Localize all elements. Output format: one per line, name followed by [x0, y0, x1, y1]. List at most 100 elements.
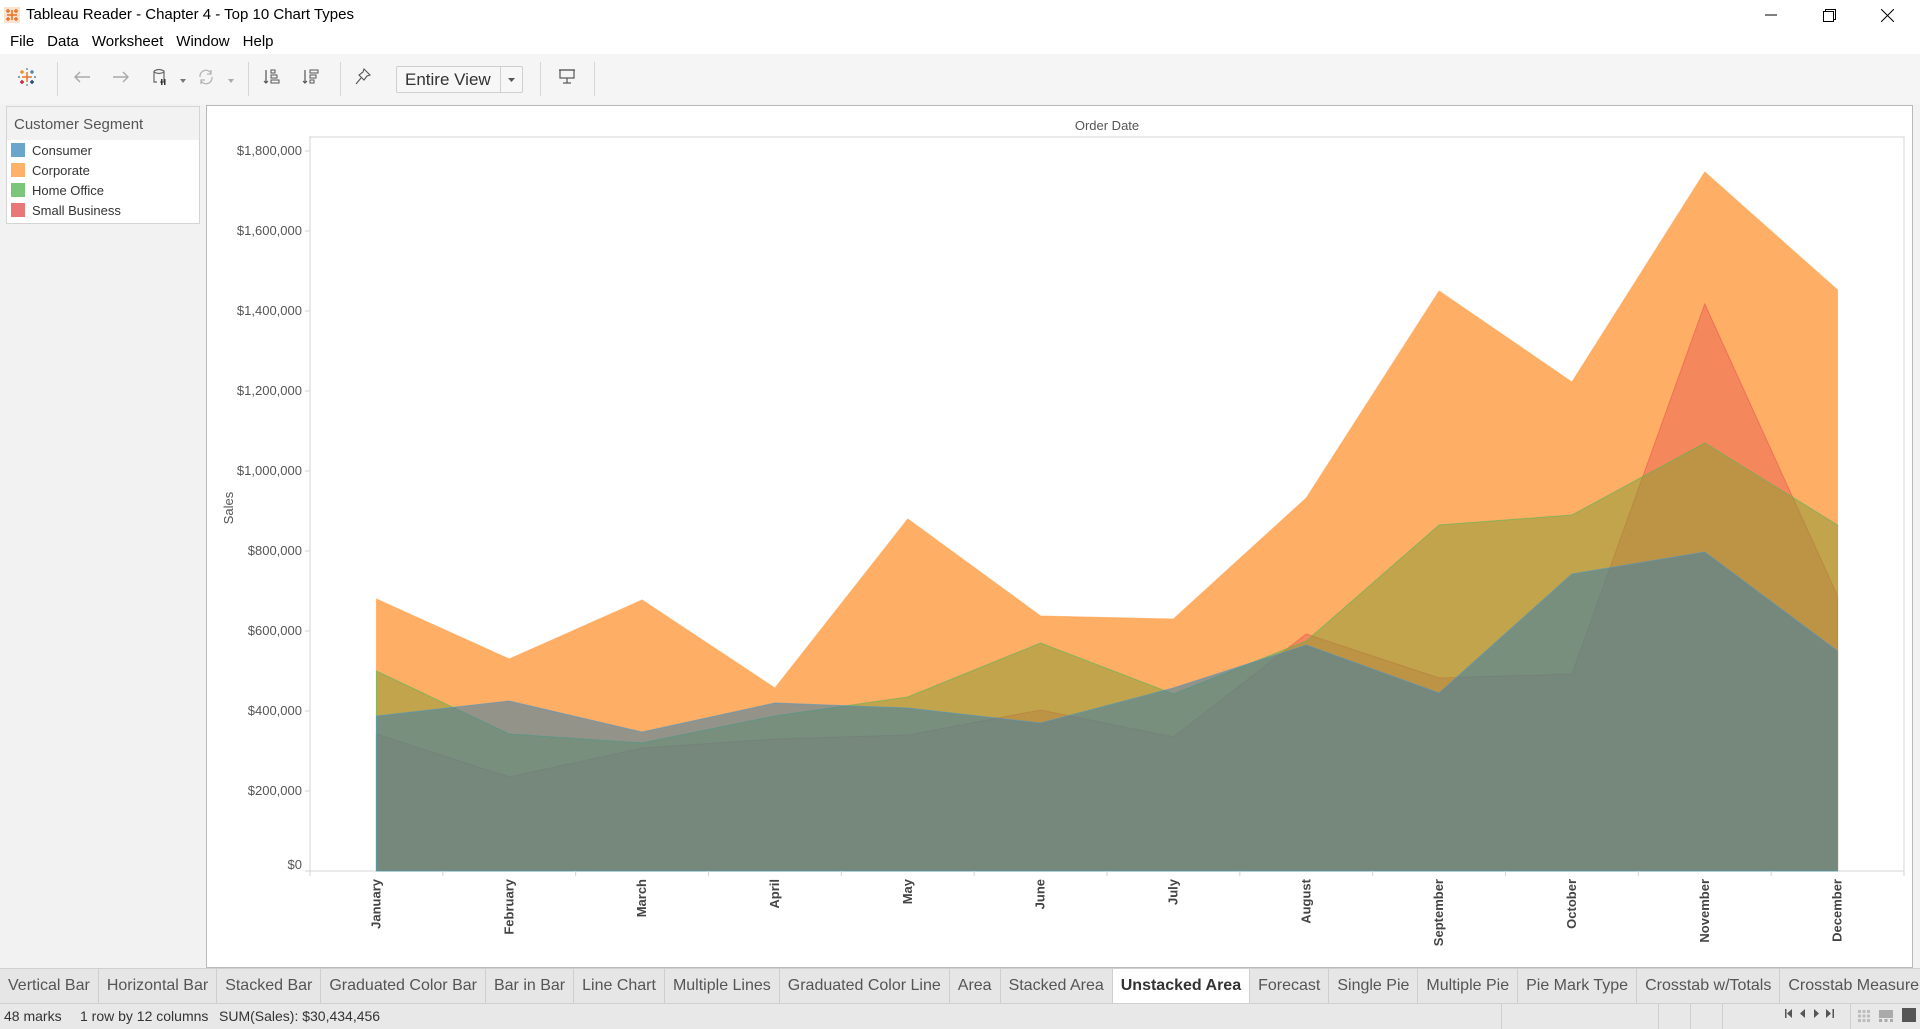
legend-swatch — [11, 163, 25, 177]
data-point-consumer[interactable] — [905, 705, 911, 711]
data-point-home-office[interactable] — [1038, 640, 1044, 646]
pause-data-updates-icon — [152, 67, 168, 92]
refresh-button[interactable] — [196, 66, 216, 92]
sheet-tab[interactable]: Graduated Color Bar — [321, 969, 486, 1003]
sheet-tab[interactable]: Single Pie — [1329, 969, 1419, 1003]
status-divider — [1658, 1004, 1659, 1029]
refresh-dropdown-button[interactable] — [226, 66, 236, 92]
menu-window[interactable]: Window — [170, 30, 236, 54]
sheet-tab[interactable]: Bar in Bar — [486, 969, 575, 1003]
sheet-tab[interactable]: Stacked Area — [1001, 969, 1113, 1003]
data-point-corporate[interactable] — [506, 656, 512, 662]
data-point-consumer[interactable] — [1303, 642, 1309, 648]
color-legend: Customer Segment Consumer Corporate Home… — [6, 106, 200, 224]
toolbar-separator — [57, 62, 58, 96]
fit-view-select[interactable]: Entire View — [396, 66, 523, 93]
tableau-home-button[interactable] — [17, 66, 37, 92]
data-point-corporate[interactable] — [905, 516, 911, 522]
legend-item-corporate[interactable]: Corporate — [7, 160, 199, 180]
sheet-tab[interactable]: Unstacked Area — [1112, 969, 1251, 1003]
legend-item-small-business[interactable]: Small Business — [7, 200, 199, 220]
sheet-tab[interactable]: Area — [950, 969, 1001, 1003]
data-point-corporate[interactable] — [1702, 169, 1708, 175]
data-point-corporate[interactable] — [373, 596, 379, 602]
sheet-tab[interactable]: Pie Mark Type — [1518, 969, 1638, 1003]
data-point-consumer[interactable] — [1038, 720, 1044, 726]
status-divider — [1722, 1004, 1723, 1029]
data-point-consumer[interactable] — [772, 700, 778, 706]
menu-data[interactable]: Data — [41, 30, 86, 54]
sheet-tab[interactable]: Line Chart — [574, 969, 665, 1003]
data-point-home-office[interactable] — [1702, 440, 1708, 446]
next-sheet-icon[interactable] — [1813, 1009, 1819, 1018]
restore-button[interactable] — [1800, 0, 1858, 30]
sheet-tab[interactable]: Horizontal Bar — [99, 969, 218, 1003]
menu-file[interactable]: File — [4, 30, 41, 54]
legend-item-consumer[interactable]: Consumer — [7, 140, 199, 160]
sheet-tab[interactable]: Vertical Bar — [0, 969, 99, 1003]
x-tick-label: May — [900, 878, 915, 904]
sheet-tab[interactable]: Multiple Lines — [665, 969, 780, 1003]
data-point-home-office[interactable] — [905, 694, 911, 700]
data-point-consumer[interactable] — [1569, 571, 1575, 577]
sort-descending-button[interactable] — [301, 66, 321, 92]
data-point-corporate[interactable] — [639, 597, 645, 603]
minimize-button[interactable] — [1742, 0, 1800, 30]
data-point-home-office[interactable] — [373, 668, 379, 674]
restore-icon — [1822, 8, 1836, 22]
x-tick-label: April — [767, 879, 782, 909]
last-sheet-icon[interactable] — [1826, 1009, 1834, 1018]
data-point-home-office[interactable] — [1436, 522, 1442, 528]
data-point-consumer[interactable] — [1436, 690, 1442, 696]
filmstrip-view-icon[interactable] — [1858, 1009, 1870, 1025]
close-button[interactable] — [1858, 0, 1916, 30]
legend-label: Small Business — [32, 202, 121, 218]
data-point-corporate[interactable] — [1303, 495, 1309, 501]
y-tick-label: $0 — [288, 857, 302, 872]
data-point-corporate[interactable] — [1835, 287, 1841, 293]
sheet-tab[interactable]: Forecast — [1250, 969, 1330, 1003]
data-point-consumer[interactable] — [506, 698, 512, 704]
data-point-small-business[interactable] — [1702, 301, 1708, 307]
sheet-tab[interactable]: Crosstab Measure Col — [1780, 969, 1920, 1003]
data-point-consumer[interactable] — [1702, 549, 1708, 555]
data-point-consumer[interactable] — [1835, 648, 1841, 654]
data-point-corporate[interactable] — [1038, 613, 1044, 619]
highlight-pin-icon — [355, 67, 372, 91]
undo-arrow-icon — [73, 70, 91, 89]
data-point-small-business[interactable] — [1303, 631, 1309, 637]
redo-button[interactable] — [111, 66, 131, 92]
menu-help[interactable]: Help — [237, 30, 281, 54]
data-point-corporate[interactable] — [1170, 616, 1176, 622]
undo-button[interactable] — [72, 66, 92, 92]
x-tick-label: January — [368, 878, 383, 929]
sheet-tab[interactable]: Stacked Bar — [217, 969, 322, 1003]
data-point-consumer[interactable] — [373, 713, 379, 719]
sort-ascending-button[interactable] — [262, 66, 282, 92]
data-point-home-office[interactable] — [1835, 522, 1841, 528]
sheet-tab[interactable]: Graduated Color Line — [780, 969, 950, 1003]
pause-data-updates-button[interactable] — [150, 66, 170, 92]
presentation-mode-button[interactable] — [557, 66, 577, 92]
menu-worksheet[interactable]: Worksheet — [86, 30, 170, 54]
area-marks[interactable] — [373, 169, 1841, 872]
pause-dropdown-button[interactable] — [178, 66, 188, 92]
legend-item-home-office[interactable]: Home Office — [7, 180, 199, 200]
sheet-tab[interactable]: Crosstab w/Totals — [1637, 969, 1781, 1003]
previous-sheet-icon[interactable] — [1800, 1009, 1806, 1018]
viz-area[interactable]: Order Date Sales $0 $200,000 $400,000 $600,… — [206, 105, 1913, 968]
data-point-consumer[interactable] — [1170, 685, 1176, 691]
tab-view-icon[interactable] — [1879, 1009, 1893, 1025]
sheet-tab[interactable]: Multiple Pie — [1418, 969, 1519, 1003]
data-point-consumer[interactable] — [639, 729, 645, 735]
data-point-corporate[interactable] — [1436, 288, 1442, 294]
first-sheet-icon[interactable] — [1785, 1009, 1793, 1018]
single-sheet-view-icon[interactable] — [1902, 1008, 1916, 1025]
presentation-mode-icon — [558, 68, 576, 91]
y-axis: $0 $200,000 $400,000 $600,000 $800,000 $1,000… — [237, 143, 310, 872]
data-point-home-office[interactable] — [1569, 512, 1575, 518]
data-point-corporate[interactable] — [772, 685, 778, 691]
data-point-corporate[interactable] — [1569, 379, 1575, 385]
unstacked-area-chart[interactable]: Order Date Sales $0 $200,000 $400,000 $600,… — [207, 106, 1914, 969]
highlight-pin-button[interactable] — [353, 66, 373, 92]
